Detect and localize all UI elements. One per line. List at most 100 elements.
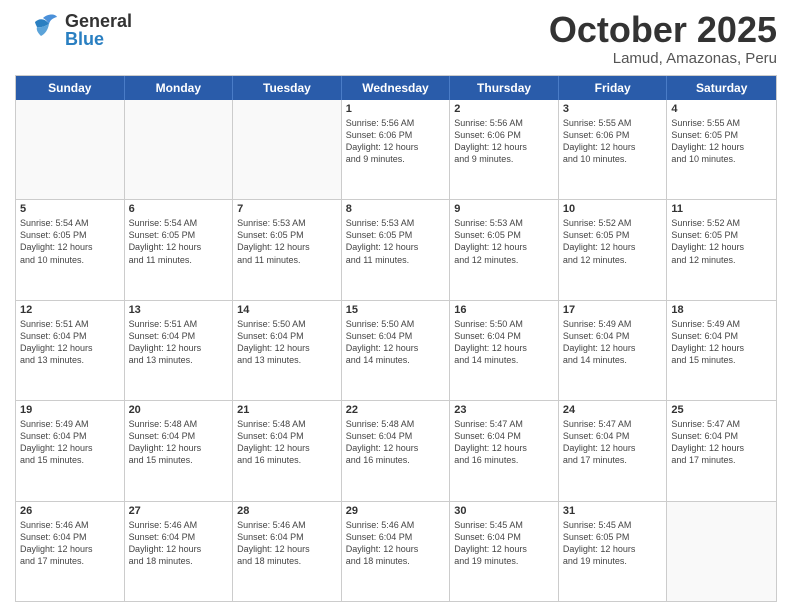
calendar: SundayMondayTuesdayWednesdayThursdayFrid…	[15, 75, 777, 602]
cell-info: Sunrise: 5:55 AMSunset: 6:05 PMDaylight:…	[671, 117, 772, 166]
cal-header-wednesday: Wednesday	[342, 76, 451, 100]
cal-cell-8: 8 Sunrise: 5:53 AMSunset: 6:05 PMDaylight…	[342, 200, 451, 299]
day-number: 26	[20, 505, 120, 517]
cell-info: Sunrise: 5:49 AMSunset: 6:04 PMDaylight:…	[563, 318, 663, 367]
cal-row-1: 5 Sunrise: 5:54 AMSunset: 6:05 PMDaylight…	[16, 199, 776, 299]
day-number: 31	[563, 505, 663, 517]
day-number: 4	[671, 103, 772, 115]
cal-cell-3: 3 Sunrise: 5:55 AMSunset: 6:06 PMDaylight…	[559, 100, 668, 199]
cal-cell-12: 12 Sunrise: 5:51 AMSunset: 6:04 PMDayligh…	[16, 301, 125, 400]
cal-cell-26: 26 Sunrise: 5:46 AMSunset: 6:04 PMDayligh…	[16, 502, 125, 601]
cell-info: Sunrise: 5:48 AMSunset: 6:04 PMDaylight:…	[346, 418, 446, 467]
cal-cell-23: 23 Sunrise: 5:47 AMSunset: 6:04 PMDayligh…	[450, 401, 559, 500]
day-number: 1	[346, 103, 446, 115]
day-number: 19	[20, 404, 120, 416]
cell-info: Sunrise: 5:53 AMSunset: 6:05 PMDaylight:…	[454, 217, 554, 266]
cell-info: Sunrise: 5:48 AMSunset: 6:04 PMDaylight:…	[237, 418, 337, 467]
logo-icon	[15, 10, 65, 50]
logo: General Blue	[15, 10, 132, 50]
cell-info: Sunrise: 5:51 AMSunset: 6:04 PMDaylight:…	[129, 318, 229, 367]
day-number: 10	[563, 203, 663, 215]
day-number: 9	[454, 203, 554, 215]
day-number: 30	[454, 505, 554, 517]
cal-cell-20: 20 Sunrise: 5:48 AMSunset: 6:04 PMDayligh…	[125, 401, 234, 500]
cell-info: Sunrise: 5:49 AMSunset: 6:04 PMDaylight:…	[671, 318, 772, 367]
cal-cell-empty	[233, 100, 342, 199]
day-number: 16	[454, 304, 554, 316]
cell-info: Sunrise: 5:47 AMSunset: 6:04 PMDaylight:…	[563, 418, 663, 467]
cal-header-thursday: Thursday	[450, 76, 559, 100]
cal-cell-7: 7Sunrise: 5:53 AMSunset: 6:05 PMDaylight…	[233, 200, 342, 299]
cell-info: Sunrise: 5:48 AMSunset: 6:04 PMDaylight:…	[129, 418, 229, 467]
cell-info: Sunrise: 5:46 AMSunset: 6:04 PMDaylight:…	[346, 519, 446, 568]
cal-cell-25: 25Sunrise: 5:47 AMSunset: 6:04 PMDayligh…	[667, 401, 776, 500]
calendar-body: 1 Sunrise: 5:56 AMSunset: 6:06 PMDaylight…	[16, 100, 776, 601]
cal-cell-13: 13Sunrise: 5:51 AMSunset: 6:04 PMDayligh…	[125, 301, 234, 400]
cell-info: Sunrise: 5:46 AMSunset: 6:04 PMDaylight:…	[237, 519, 337, 568]
cal-cell-empty	[125, 100, 234, 199]
cell-info: Sunrise: 5:51 AMSunset: 6:04 PMDaylight:…	[20, 318, 120, 367]
cal-cell-6: 6 Sunrise: 5:54 AMSunset: 6:05 PMDaylight…	[125, 200, 234, 299]
cal-cell-14: 14Sunrise: 5:50 AMSunset: 6:04 PMDayligh…	[233, 301, 342, 400]
day-number: 29	[346, 505, 446, 517]
day-number: 20	[129, 404, 229, 416]
cal-cell-empty	[16, 100, 125, 199]
cal-header-friday: Friday	[559, 76, 668, 100]
day-number: 3	[563, 103, 663, 115]
cell-info: Sunrise: 5:50 AMSunset: 6:04 PMDaylight:…	[346, 318, 446, 367]
month-title: October 2025	[549, 10, 777, 50]
cal-cell-empty	[667, 502, 776, 601]
cell-info: Sunrise: 5:45 AMSunset: 6:05 PMDaylight:…	[563, 519, 663, 568]
cal-cell-28: 28Sunrise: 5:46 AMSunset: 6:04 PMDayligh…	[233, 502, 342, 601]
cal-row-2: 12 Sunrise: 5:51 AMSunset: 6:04 PMDayligh…	[16, 300, 776, 400]
cal-header-saturday: Saturday	[667, 76, 776, 100]
day-number: 12	[20, 304, 120, 316]
logo-text: General Blue	[65, 12, 132, 48]
cell-info: Sunrise: 5:52 AMSunset: 6:05 PMDaylight:…	[563, 217, 663, 266]
day-number: 5	[20, 203, 120, 215]
day-number: 17	[563, 304, 663, 316]
cal-cell-22: 22 Sunrise: 5:48 AMSunset: 6:04 PMDayligh…	[342, 401, 451, 500]
header: General Blue October 2025 Lamud, Amazona…	[15, 10, 777, 67]
cell-info: Sunrise: 5:54 AMSunset: 6:05 PMDaylight:…	[129, 217, 229, 266]
cal-cell-2: 2Sunrise: 5:56 AMSunset: 6:06 PMDaylight…	[450, 100, 559, 199]
cell-info: Sunrise: 5:55 AMSunset: 6:06 PMDaylight:…	[563, 117, 663, 166]
logo-general: General	[65, 12, 132, 30]
cell-info: Sunrise: 5:46 AMSunset: 6:04 PMDaylight:…	[20, 519, 120, 568]
cal-cell-11: 11Sunrise: 5:52 AMSunset: 6:05 PMDayligh…	[667, 200, 776, 299]
cell-info: Sunrise: 5:53 AMSunset: 6:05 PMDaylight:…	[346, 217, 446, 266]
cal-cell-9: 9 Sunrise: 5:53 AMSunset: 6:05 PMDaylight…	[450, 200, 559, 299]
day-number: 11	[671, 203, 772, 215]
day-number: 7	[237, 203, 337, 215]
cell-info: Sunrise: 5:49 AMSunset: 6:04 PMDaylight:…	[20, 418, 120, 467]
day-number: 24	[563, 404, 663, 416]
cal-cell-21: 21Sunrise: 5:48 AMSunset: 6:04 PMDayligh…	[233, 401, 342, 500]
day-number: 2	[454, 103, 554, 115]
cal-header-monday: Monday	[125, 76, 234, 100]
cal-cell-19: 19 Sunrise: 5:49 AMSunset: 6:04 PMDayligh…	[16, 401, 125, 500]
title-section: October 2025 Lamud, Amazonas, Peru	[549, 10, 777, 67]
cal-header-sunday: Sunday	[16, 76, 125, 100]
cal-cell-27: 27 Sunrise: 5:46 AMSunset: 6:04 PMDayligh…	[125, 502, 234, 601]
cell-info: Sunrise: 5:54 AMSunset: 6:05 PMDaylight:…	[20, 217, 120, 266]
logo-blue: Blue	[65, 30, 132, 48]
day-number: 6	[129, 203, 229, 215]
page: General Blue October 2025 Lamud, Amazona…	[0, 0, 792, 612]
day-number: 8	[346, 203, 446, 215]
day-number: 14	[237, 304, 337, 316]
cell-info: Sunrise: 5:47 AMSunset: 6:04 PMDaylight:…	[454, 418, 554, 467]
day-number: 15	[346, 304, 446, 316]
location: Lamud, Amazonas, Peru	[549, 50, 777, 67]
day-number: 18	[671, 304, 772, 316]
cal-cell-4: 4 Sunrise: 5:55 AMSunset: 6:05 PMDaylight…	[667, 100, 776, 199]
cal-row-4: 26 Sunrise: 5:46 AMSunset: 6:04 PMDayligh…	[16, 501, 776, 601]
day-number: 22	[346, 404, 446, 416]
cal-row-0: 1 Sunrise: 5:56 AMSunset: 6:06 PMDaylight…	[16, 100, 776, 199]
cal-cell-16: 16Sunrise: 5:50 AMSunset: 6:04 PMDayligh…	[450, 301, 559, 400]
cell-info: Sunrise: 5:46 AMSunset: 6:04 PMDaylight:…	[129, 519, 229, 568]
cell-info: Sunrise: 5:56 AMSunset: 6:06 PMDaylight:…	[346, 117, 446, 166]
day-number: 23	[454, 404, 554, 416]
cal-cell-31: 31 Sunrise: 5:45 AMSunset: 6:05 PMDayligh…	[559, 502, 668, 601]
day-number: 27	[129, 505, 229, 517]
day-number: 25	[671, 404, 772, 416]
